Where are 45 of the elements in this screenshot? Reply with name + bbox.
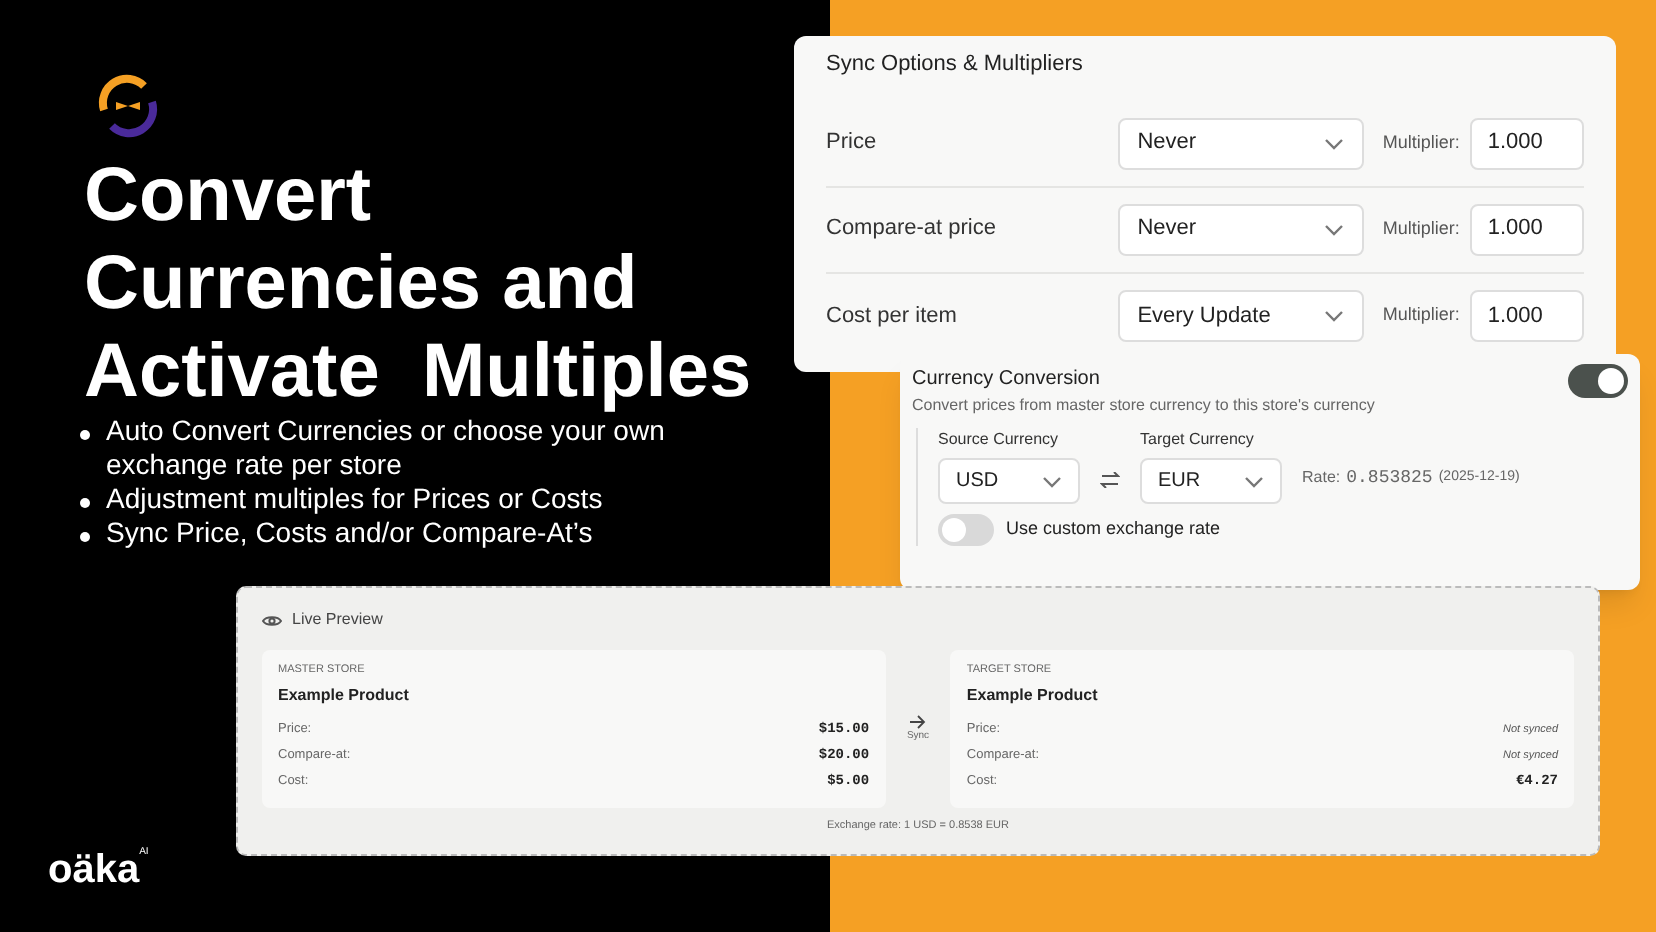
field-label: Source Currency: [938, 428, 1061, 452]
currency-select[interactable]: USD: [938, 458, 1080, 504]
multiplier-field[interactable]: 1.000: [1469, 117, 1584, 169]
headline: Convert: [84, 152, 372, 240]
card-title: Currency Conversion: [912, 366, 1102, 394]
multiplier-label: Multiplier:: [1382, 129, 1460, 156]
chevron-down-icon: [1324, 137, 1345, 149]
field-label: Target Currency: [1140, 428, 1256, 452]
row-label: Compare-at price: [826, 214, 998, 245]
feature-text: Adjustment multiples for Prices or Costs: [106, 482, 603, 516]
chevron-down-icon: [1042, 475, 1062, 487]
brand-logo: oäka: [48, 848, 140, 896]
product-name: Example Product: [278, 684, 411, 709]
chevron-down-icon: [1324, 310, 1345, 322]
frequency-select[interactable]: Never: [1117, 117, 1365, 169]
currency-select[interactable]: EUR: [1140, 458, 1282, 504]
multiplier-field[interactable]: 1.000: [1469, 203, 1584, 255]
rate-value: 0.853825: [1346, 465, 1433, 491]
feature-text: Auto Convert Currencies or choose your own exchange rate per store: [106, 414, 667, 482]
multiplier-label: Multiplier:: [1382, 215, 1460, 242]
multiplier-field[interactable]: 1.000: [1469, 290, 1584, 342]
toggle-switch[interactable]: [1568, 364, 1628, 398]
chevron-down-icon: [1244, 475, 1264, 487]
row-label: Price: [826, 128, 879, 159]
card-description: Convert prices from master store currency to this store's currency: [912, 394, 1375, 418]
panel-title: Live Preview: [292, 608, 383, 632]
arrow-right-icon: [910, 713, 926, 730]
toggle-label: Use custom exchange rate: [1006, 516, 1221, 543]
feature-text: Sync Price, Costs and/or Compare-At’s: [106, 516, 593, 550]
frequency-select[interactable]: Never: [1117, 203, 1365, 255]
headline: Currencies and: [84, 240, 638, 328]
chevron-down-icon: [1324, 223, 1345, 235]
row-label: Cost per item: [826, 301, 959, 332]
frequency-select[interactable]: Every Update: [1117, 290, 1365, 342]
bullet-icon: [80, 532, 90, 542]
bullet-icon: [80, 498, 90, 508]
multiplier-label: Multiplier:: [1382, 302, 1460, 329]
swap-icon: [1100, 472, 1120, 488]
headline: Activate Multiples: [84, 328, 752, 416]
toggle-switch[interactable]: [938, 514, 994, 546]
card-title: Sync Options & Multipliers: [826, 50, 1085, 80]
bullet-icon: [80, 430, 90, 440]
rate-label: Rate:: [1302, 466, 1341, 491]
eye-icon: [262, 613, 282, 627]
product-name: Example Product: [966, 684, 1100, 709]
